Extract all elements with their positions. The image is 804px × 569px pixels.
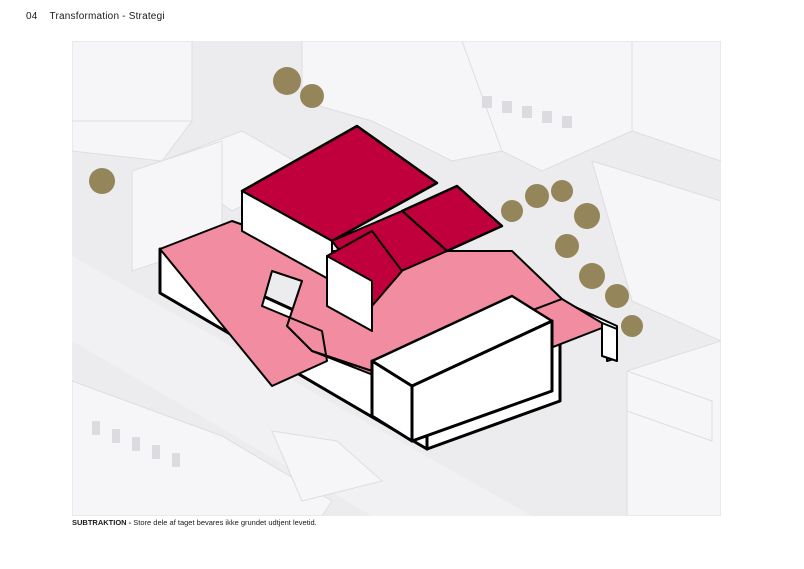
caption-text: Store dele af taget bevares ikke grundet… bbox=[133, 518, 317, 527]
figure-caption: SUBTRAKTION - Store dele af taget bevare… bbox=[72, 518, 317, 527]
section-title: Transformation - Strategi bbox=[49, 11, 165, 22]
page-number: 04 bbox=[26, 11, 38, 22]
axonometric-illustration bbox=[72, 41, 721, 516]
page-header: 04 Transformation - Strategi bbox=[26, 11, 165, 22]
caption-label: SUBTRAKTION - bbox=[72, 518, 132, 527]
